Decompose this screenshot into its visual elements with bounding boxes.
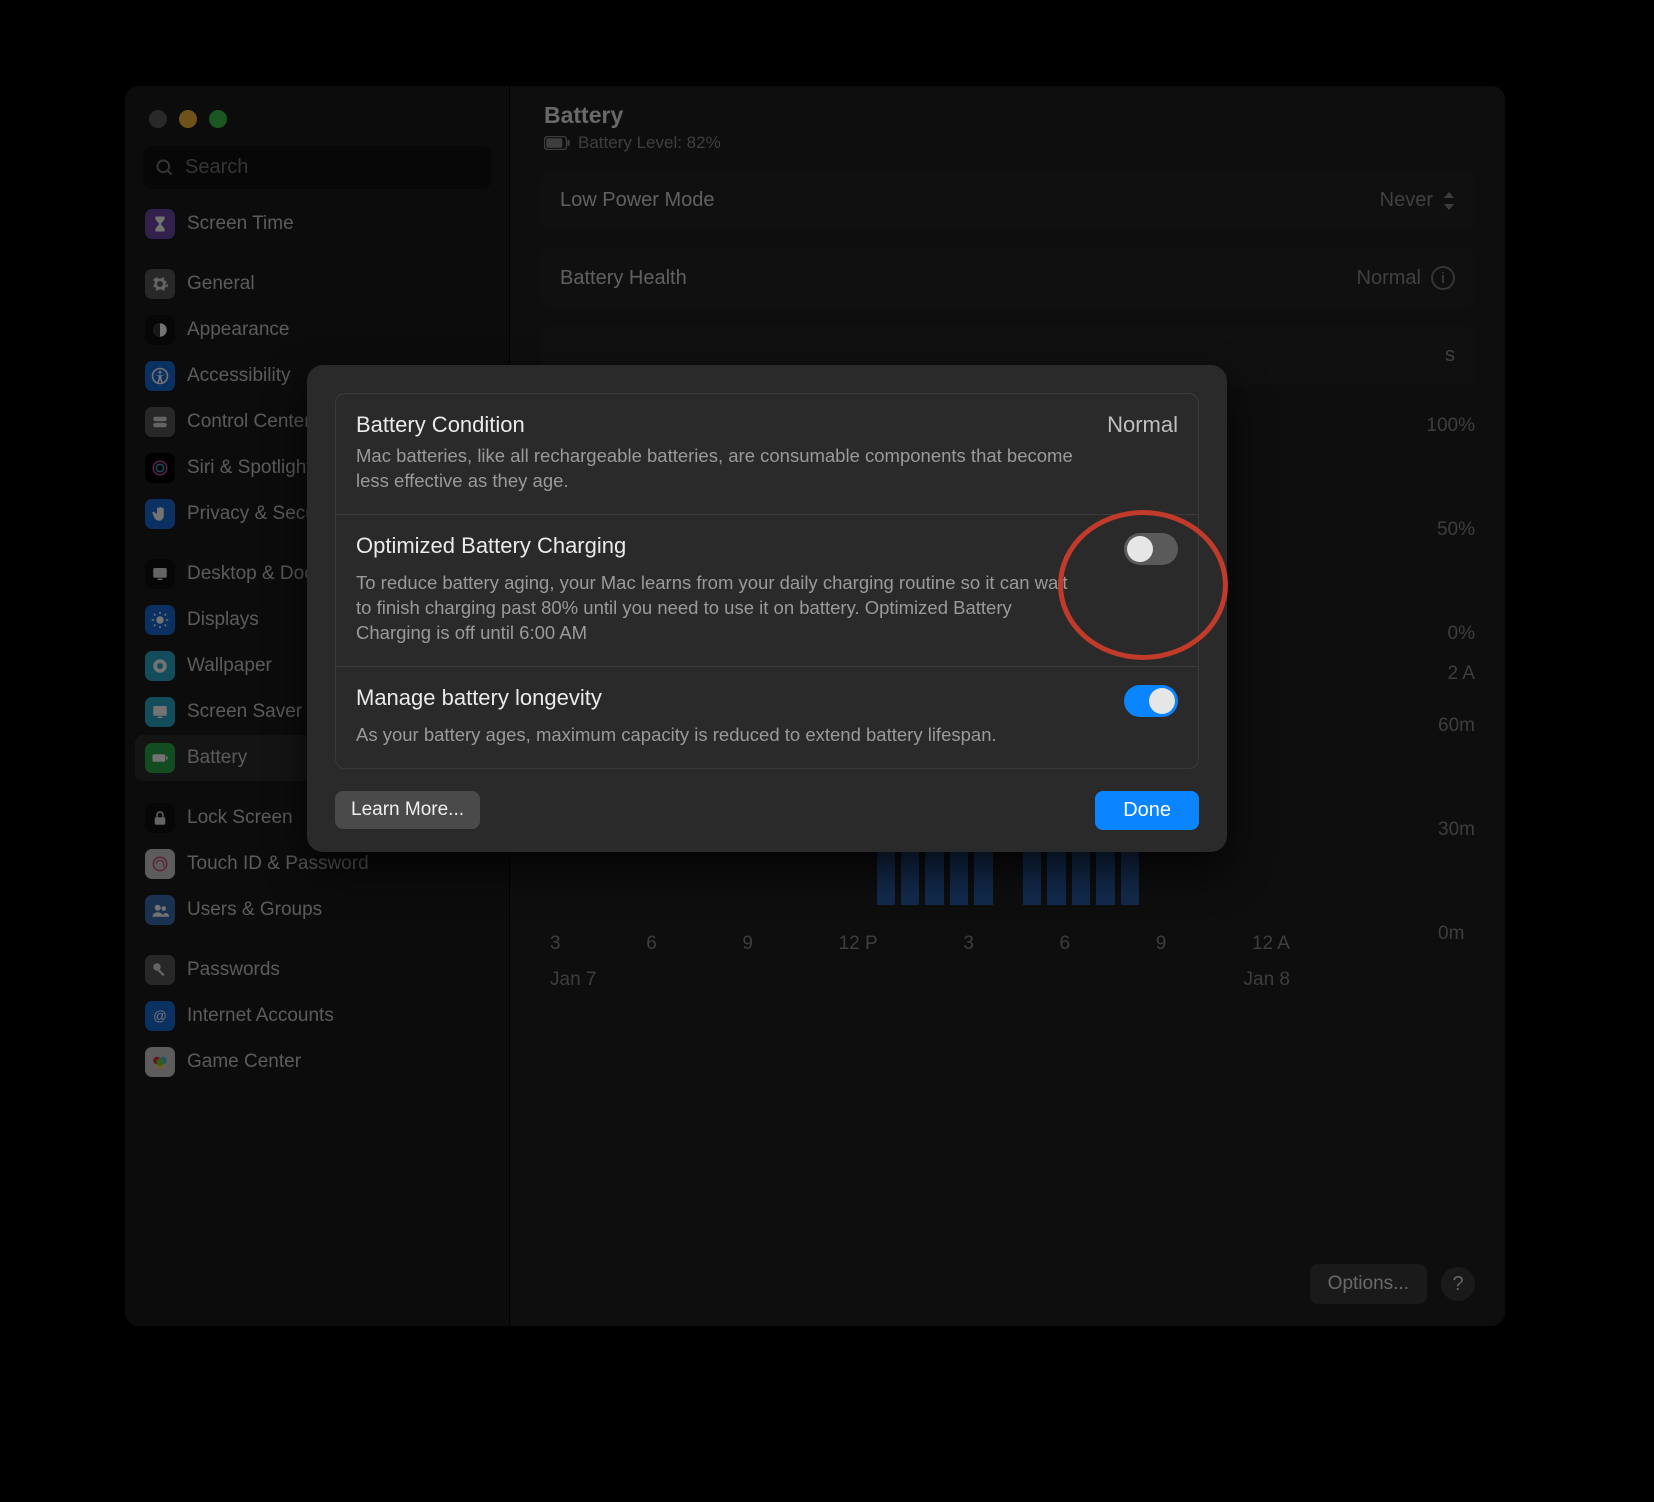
sheet-footer: Learn More... Done xyxy=(335,791,1199,830)
battery-condition-section: Battery Condition Normal Mac batteries, … xyxy=(336,394,1198,515)
optimized-charging-section: Optimized Battery Charging To reduce bat… xyxy=(336,515,1198,667)
optimized-charging-desc: To reduce battery aging, your Mac learns… xyxy=(356,571,1076,646)
battery-condition-value: Normal xyxy=(1107,412,1178,438)
optimized-charging-title: Optimized Battery Charging xyxy=(356,533,626,559)
done-button[interactable]: Done xyxy=(1095,791,1199,830)
battery-condition-title: Battery Condition xyxy=(356,412,525,438)
optimized-charging-toggle[interactable] xyxy=(1124,533,1178,565)
learn-more-button[interactable]: Learn More... xyxy=(335,791,480,829)
sheet-panel: Battery Condition Normal Mac batteries, … xyxy=(335,393,1199,769)
longevity-title: Manage battery longevity xyxy=(356,685,602,711)
longevity-toggle[interactable] xyxy=(1124,685,1178,717)
longevity-section: Manage battery longevity As your battery… xyxy=(336,667,1198,768)
battery-health-sheet: Battery Condition Normal Mac batteries, … xyxy=(307,365,1227,852)
battery-condition-desc: Mac batteries, like all rechargeable bat… xyxy=(356,444,1076,494)
longevity-desc: As your battery ages, maximum capacity i… xyxy=(356,723,1076,748)
